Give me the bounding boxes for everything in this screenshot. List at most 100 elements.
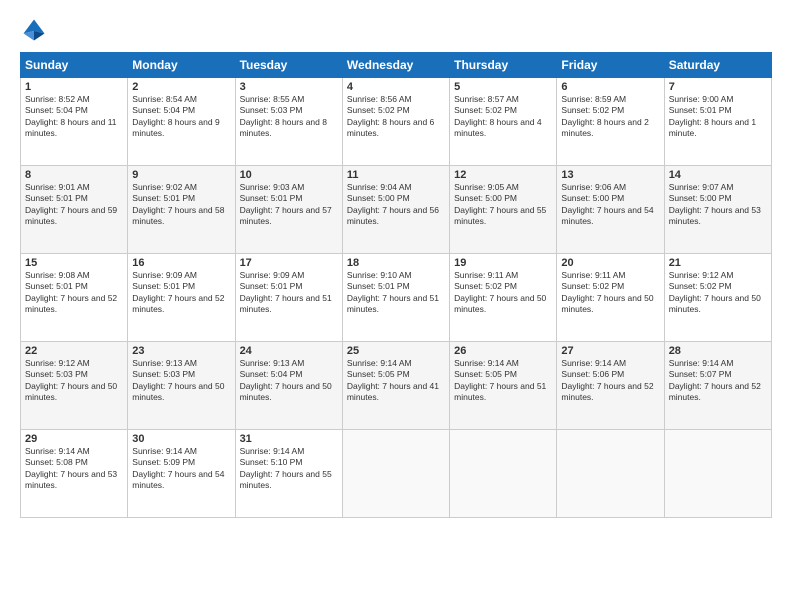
table-row: 21 Sunrise: 9:12 AM Sunset: 5:02 PM Dayl… (664, 254, 771, 342)
table-row: 22 Sunrise: 9:12 AM Sunset: 5:03 PM Dayl… (21, 342, 128, 430)
daylight: Daylight: 7 hours and 54 minutes. (132, 469, 224, 490)
daylight: Daylight: 8 hours and 11 minutes. (25, 117, 117, 138)
sunset: Sunset: 5:06 PM (561, 369, 624, 379)
day-number: 14 (669, 169, 767, 181)
day-info: Sunrise: 8:55 AM Sunset: 5:03 PM Dayligh… (240, 94, 338, 140)
daylight: Daylight: 8 hours and 2 minutes. (561, 117, 648, 138)
sunrise: Sunrise: 9:06 AM (561, 182, 626, 192)
day-number: 26 (454, 345, 552, 357)
day-number: 12 (454, 169, 552, 181)
table-row: 3 Sunrise: 8:55 AM Sunset: 5:03 PM Dayli… (235, 78, 342, 166)
day-number: 16 (132, 257, 230, 269)
day-number: 30 (132, 433, 230, 445)
day-info: Sunrise: 9:01 AM Sunset: 5:01 PM Dayligh… (25, 182, 123, 228)
sunset: Sunset: 5:00 PM (347, 193, 410, 203)
calendar-header-row: Sunday Monday Tuesday Wednesday Thursday… (21, 53, 772, 78)
day-number: 9 (132, 169, 230, 181)
day-info: Sunrise: 9:09 AM Sunset: 5:01 PM Dayligh… (132, 270, 230, 316)
sunset: Sunset: 5:02 PM (561, 281, 624, 291)
sunset: Sunset: 5:02 PM (347, 105, 410, 115)
daylight: Daylight: 7 hours and 50 minutes. (454, 293, 546, 314)
day-info: Sunrise: 9:12 AM Sunset: 5:03 PM Dayligh… (25, 358, 123, 404)
day-info: Sunrise: 9:14 AM Sunset: 5:07 PM Dayligh… (669, 358, 767, 404)
sunrise: Sunrise: 9:13 AM (240, 358, 305, 368)
table-row: 10 Sunrise: 9:03 AM Sunset: 5:01 PM Dayl… (235, 166, 342, 254)
daylight: Daylight: 7 hours and 50 minutes. (132, 381, 224, 402)
daylight: Daylight: 7 hours and 50 minutes. (561, 293, 653, 314)
daylight: Daylight: 7 hours and 53 minutes. (669, 205, 761, 226)
sunrise: Sunrise: 9:14 AM (454, 358, 519, 368)
calendar-week-row: 22 Sunrise: 9:12 AM Sunset: 5:03 PM Dayl… (21, 342, 772, 430)
day-info: Sunrise: 9:03 AM Sunset: 5:01 PM Dayligh… (240, 182, 338, 228)
logo-icon (20, 16, 48, 44)
col-thursday: Thursday (450, 53, 557, 78)
daylight: Daylight: 7 hours and 51 minutes. (240, 293, 332, 314)
sunrise: Sunrise: 8:56 AM (347, 94, 412, 104)
sunset: Sunset: 5:01 PM (25, 193, 88, 203)
page: Sunday Monday Tuesday Wednesday Thursday… (0, 0, 792, 612)
table-row: 5 Sunrise: 8:57 AM Sunset: 5:02 PM Dayli… (450, 78, 557, 166)
day-number: 7 (669, 81, 767, 93)
col-sunday: Sunday (21, 53, 128, 78)
sunrise: Sunrise: 9:07 AM (669, 182, 734, 192)
table-row (664, 430, 771, 518)
sunrise: Sunrise: 9:14 AM (132, 446, 197, 456)
header (20, 16, 772, 44)
day-info: Sunrise: 9:00 AM Sunset: 5:01 PM Dayligh… (669, 94, 767, 140)
day-info: Sunrise: 9:12 AM Sunset: 5:02 PM Dayligh… (669, 270, 767, 316)
table-row: 4 Sunrise: 8:56 AM Sunset: 5:02 PM Dayli… (342, 78, 449, 166)
day-info: Sunrise: 9:06 AM Sunset: 5:00 PM Dayligh… (561, 182, 659, 228)
sunset: Sunset: 5:03 PM (25, 369, 88, 379)
day-number: 23 (132, 345, 230, 357)
day-info: Sunrise: 9:09 AM Sunset: 5:01 PM Dayligh… (240, 270, 338, 316)
day-number: 8 (25, 169, 123, 181)
daylight: Daylight: 7 hours and 55 minutes. (454, 205, 546, 226)
day-info: Sunrise: 9:02 AM Sunset: 5:01 PM Dayligh… (132, 182, 230, 228)
day-number: 17 (240, 257, 338, 269)
sunrise: Sunrise: 9:05 AM (454, 182, 519, 192)
sunset: Sunset: 5:00 PM (669, 193, 732, 203)
day-number: 22 (25, 345, 123, 357)
day-number: 19 (454, 257, 552, 269)
sunset: Sunset: 5:01 PM (132, 193, 195, 203)
sunrise: Sunrise: 9:11 AM (454, 270, 518, 280)
table-row: 16 Sunrise: 9:09 AM Sunset: 5:01 PM Dayl… (128, 254, 235, 342)
day-info: Sunrise: 9:14 AM Sunset: 5:10 PM Dayligh… (240, 446, 338, 492)
sunset: Sunset: 5:03 PM (240, 105, 303, 115)
daylight: Daylight: 8 hours and 1 minute. (669, 117, 756, 138)
table-row: 7 Sunrise: 9:00 AM Sunset: 5:01 PM Dayli… (664, 78, 771, 166)
calendar-week-row: 15 Sunrise: 9:08 AM Sunset: 5:01 PM Dayl… (21, 254, 772, 342)
sunset: Sunset: 5:02 PM (454, 281, 517, 291)
day-info: Sunrise: 8:59 AM Sunset: 5:02 PM Dayligh… (561, 94, 659, 140)
sunset: Sunset: 5:10 PM (240, 457, 303, 467)
table-row: 9 Sunrise: 9:02 AM Sunset: 5:01 PM Dayli… (128, 166, 235, 254)
table-row: 1 Sunrise: 8:52 AM Sunset: 5:04 PM Dayli… (21, 78, 128, 166)
col-wednesday: Wednesday (342, 53, 449, 78)
day-info: Sunrise: 9:07 AM Sunset: 5:00 PM Dayligh… (669, 182, 767, 228)
sunrise: Sunrise: 8:54 AM (132, 94, 197, 104)
sunrise: Sunrise: 8:59 AM (561, 94, 626, 104)
col-monday: Monday (128, 53, 235, 78)
sunset: Sunset: 5:04 PM (240, 369, 303, 379)
day-info: Sunrise: 9:11 AM Sunset: 5:02 PM Dayligh… (561, 270, 659, 316)
sunrise: Sunrise: 9:10 AM (347, 270, 412, 280)
sunset: Sunset: 5:05 PM (454, 369, 517, 379)
table-row: 12 Sunrise: 9:05 AM Sunset: 5:00 PM Dayl… (450, 166, 557, 254)
day-number: 18 (347, 257, 445, 269)
sunset: Sunset: 5:01 PM (132, 281, 195, 291)
sunset: Sunset: 5:00 PM (454, 193, 517, 203)
day-number: 6 (561, 81, 659, 93)
day-number: 15 (25, 257, 123, 269)
day-number: 2 (132, 81, 230, 93)
day-info: Sunrise: 9:13 AM Sunset: 5:04 PM Dayligh… (240, 358, 338, 404)
sunset: Sunset: 5:07 PM (669, 369, 732, 379)
sunrise: Sunrise: 9:04 AM (347, 182, 412, 192)
day-number: 27 (561, 345, 659, 357)
daylight: Daylight: 7 hours and 52 minutes. (25, 293, 117, 314)
table-row: 24 Sunrise: 9:13 AM Sunset: 5:04 PM Dayl… (235, 342, 342, 430)
table-row: 11 Sunrise: 9:04 AM Sunset: 5:00 PM Dayl… (342, 166, 449, 254)
day-info: Sunrise: 9:08 AM Sunset: 5:01 PM Dayligh… (25, 270, 123, 316)
table-row: 23 Sunrise: 9:13 AM Sunset: 5:03 PM Dayl… (128, 342, 235, 430)
sunrise: Sunrise: 8:52 AM (25, 94, 90, 104)
daylight: Daylight: 7 hours and 53 minutes. (25, 469, 117, 490)
